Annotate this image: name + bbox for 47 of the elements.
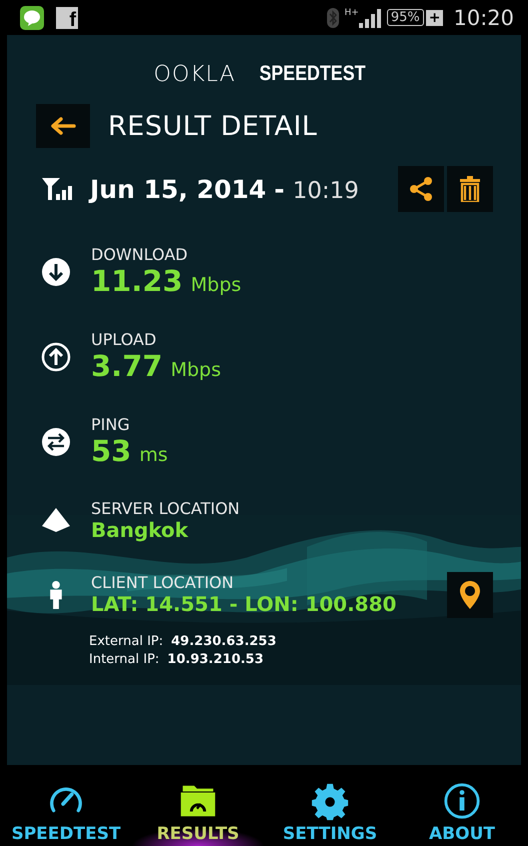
- metric-unit: Mbps: [170, 359, 221, 381]
- ip-label: External IP:: [89, 634, 164, 649]
- metric-unit: Mbps: [190, 274, 242, 296]
- clock: 10:20: [453, 6, 514, 30]
- trash-icon: [460, 176, 480, 202]
- delete-button[interactable]: [447, 166, 493, 212]
- share-icon: [409, 176, 433, 202]
- battery-level: 95%: [386, 9, 424, 26]
- charging-indicator: +: [426, 10, 444, 26]
- chat-app-icon: [20, 6, 44, 30]
- test-date: Jun 15, 2014: [90, 174, 266, 204]
- back-arrow-icon: [50, 116, 76, 136]
- metric-label: DOWNLOAD: [91, 245, 189, 264]
- facebook-icon: f: [56, 6, 78, 28]
- nav-tab[interactable]: SPEEDTEST: [0, 765, 132, 846]
- metric-value: 53: [91, 434, 132, 468]
- product-name: SPEEDTEST: [258, 62, 365, 86]
- ip-label: Internal IP:: [89, 652, 160, 667]
- metric-label: PING: [91, 415, 131, 434]
- metric-unit: ms: [139, 444, 168, 466]
- ip-address: 49.230.63.253: [171, 634, 276, 649]
- back-button[interactable]: [36, 104, 90, 148]
- metric-label: CLIENT LOCATION: [91, 573, 235, 592]
- metric-label: SERVER LOCATION: [91, 499, 241, 518]
- metric-value: LAT: 14.551 - LON: 100.880: [91, 592, 396, 616]
- date-separator: -: [274, 174, 285, 204]
- location-pin-icon: [460, 580, 480, 608]
- metric-value: Bangkok: [91, 518, 188, 542]
- ping-arrows-icon: [41, 426, 71, 456]
- network-type: H+: [344, 8, 359, 18]
- metric-label: UPLOAD: [91, 330, 158, 349]
- share-button[interactable]: [398, 166, 444, 212]
- metric-value: 11.23: [91, 264, 183, 298]
- test-time: 10:19: [292, 178, 359, 204]
- upload-icon: [41, 342, 71, 372]
- antenna-signal-icon: [41, 176, 73, 202]
- map-pin-button[interactable]: [447, 572, 493, 618]
- signal-icon: [358, 8, 381, 28]
- nav-tab[interactable]: SETTINGS: [264, 765, 396, 846]
- metric-value: 3.77: [91, 349, 163, 383]
- ip-address: 10.93.210.53: [167, 652, 264, 667]
- brand-logo: OOKLA: [154, 62, 236, 86]
- nav-tab[interactable]: ABOUT: [396, 765, 528, 846]
- settings-icon[interactable]: [310, 782, 350, 822]
- bluetooth-icon: [326, 8, 339, 28]
- download-icon: [41, 256, 71, 286]
- page-title: RESULT DETAIL: [108, 110, 318, 142]
